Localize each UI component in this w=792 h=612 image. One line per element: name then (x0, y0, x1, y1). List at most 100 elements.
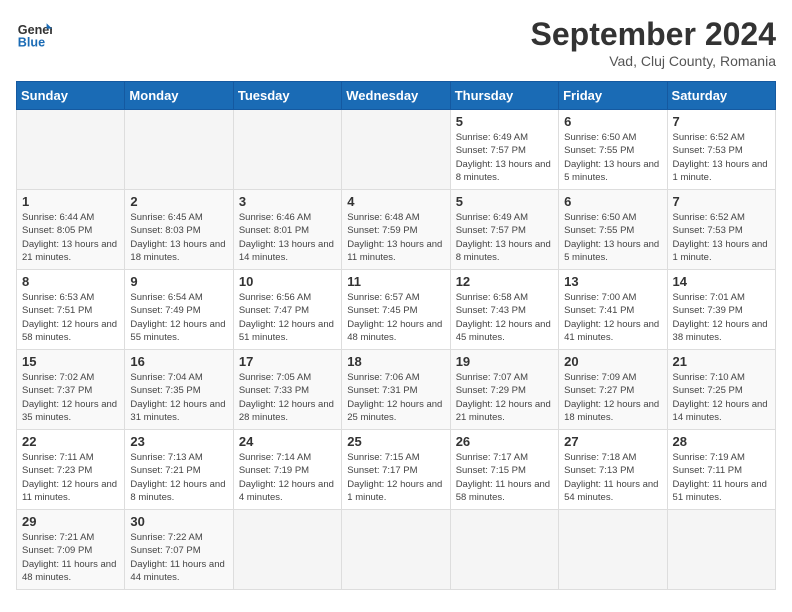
calendar-day: 20 Sunrise: 7:09 AMSunset: 7:27 PMDayligh… (559, 350, 667, 430)
calendar-day: 8 Sunrise: 6:53 AMSunset: 7:51 PMDaylight… (17, 270, 125, 350)
calendar-table: SundayMondayTuesdayWednesdayThursdayFrid… (16, 81, 776, 590)
calendar-day (342, 510, 450, 590)
day-info: Sunrise: 6:50 AMSunset: 7:55 PMDaylight:… (564, 131, 661, 184)
calendar-day: 28Sunrise: 7:19 AMSunset: 7:11 PMDayligh… (667, 430, 775, 510)
calendar-day: 6Sunrise: 6:50 AMSunset: 7:55 PMDaylight… (559, 190, 667, 270)
day-number: 9 (130, 274, 227, 289)
calendar-day: 21 Sunrise: 7:10 AMSunset: 7:25 PMDayligh… (667, 350, 775, 430)
calendar-day: 15 Sunrise: 7:02 AMSunset: 7:37 PMDayligh… (17, 350, 125, 430)
day-number: 19 (456, 354, 553, 369)
calendar-day: 12Sunrise: 6:58 AMSunset: 7:43 PMDayligh… (450, 270, 558, 350)
calendar-week-row: 8 Sunrise: 6:53 AMSunset: 7:51 PMDaylight… (17, 270, 776, 350)
day-info: Sunrise: 6:52 AMSunset: 7:53 PMDaylight:… (673, 131, 770, 184)
calendar-day (17, 110, 125, 190)
calendar-day: 25 Sunrise: 7:15 AMSunset: 7:17 PMDayligh… (342, 430, 450, 510)
day-number: 27 (564, 434, 661, 449)
calendar-day: 26 Sunrise: 7:17 AMSunset: 7:15 PMDayligh… (450, 430, 558, 510)
day-number: 5 (456, 194, 553, 209)
weekday-header: Friday (559, 82, 667, 110)
day-number: 7 (673, 114, 770, 129)
calendar-day: 2 Sunrise: 6:45 AMSunset: 8:03 PMDaylight… (125, 190, 233, 270)
day-number: 18 (347, 354, 444, 369)
day-info: Sunrise: 6:49 AMSunset: 7:57 PMDaylight:… (456, 131, 553, 184)
calendar-day: 11 Sunrise: 6:57 AMSunset: 7:45 PMDayligh… (342, 270, 450, 350)
day-info: Sunrise: 7:10 AMSunset: 7:25 PMDaylight:… (673, 371, 770, 424)
day-info: Sunrise: 6:56 AMSunset: 7:47 PMDaylight:… (239, 291, 336, 344)
day-info: Sunrise: 7:07 AMSunset: 7:29 PMDaylight:… (456, 371, 553, 424)
calendar-day: 10 Sunrise: 6:56 AMSunset: 7:47 PMDayligh… (233, 270, 341, 350)
calendar-day (450, 510, 558, 590)
day-number: 16 (130, 354, 227, 369)
day-info: Sunrise: 7:02 AMSunset: 7:37 PMDaylight:… (22, 371, 119, 424)
weekday-header: Saturday (667, 82, 775, 110)
day-info: Sunrise: 7:21 AMSunset: 7:09 PMDaylight:… (22, 531, 119, 584)
day-number: 1 (22, 194, 119, 209)
day-number: 29 (22, 514, 119, 529)
day-info: Sunrise: 7:01 AMSunset: 7:39 PMDaylight:… (673, 291, 770, 344)
day-number: 30 (130, 514, 227, 529)
calendar-day: 22Sunrise: 7:11 AMSunset: 7:23 PMDayligh… (17, 430, 125, 510)
day-number: 8 (22, 274, 119, 289)
calendar-day: 17Sunrise: 7:05 AMSunset: 7:33 PMDayligh… (233, 350, 341, 430)
calendar-day: 16 Sunrise: 7:04 AMSunset: 7:35 PMDayligh… (125, 350, 233, 430)
weekday-header: Sunday (17, 82, 125, 110)
day-info: Sunrise: 6:53 AMSunset: 7:51 PMDaylight:… (22, 291, 119, 344)
day-info: Sunrise: 7:14 AMSunset: 7:19 PMDaylight:… (239, 451, 336, 504)
weekday-header: Tuesday (233, 82, 341, 110)
calendar-day: 1 Sunrise: 6:44 AMSunset: 8:05 PMDaylight… (17, 190, 125, 270)
day-number: 26 (456, 434, 553, 449)
day-number: 17 (239, 354, 336, 369)
day-info: Sunrise: 6:44 AMSunset: 8:05 PMDaylight:… (22, 211, 119, 264)
calendar-day: 5 Sunrise: 6:49 AMSunset: 7:57 PMDaylight… (450, 110, 558, 190)
month-title: September 2024 (531, 16, 776, 53)
day-info: Sunrise: 7:15 AMSunset: 7:17 PMDaylight:… (347, 451, 444, 504)
day-number: 22 (22, 434, 119, 449)
calendar-day: 5 Sunrise: 6:49 AMSunset: 7:57 PMDaylight… (450, 190, 558, 270)
day-info: Sunrise: 7:04 AMSunset: 7:35 PMDaylight:… (130, 371, 227, 424)
day-info: Sunrise: 7:06 AMSunset: 7:31 PMDaylight:… (347, 371, 444, 424)
calendar-week-row: 5 Sunrise: 6:49 AMSunset: 7:57 PMDaylight… (17, 110, 776, 190)
day-number: 3 (239, 194, 336, 209)
calendar-day (125, 110, 233, 190)
weekday-header: Wednesday (342, 82, 450, 110)
day-number: 14 (673, 274, 770, 289)
calendar-day (559, 510, 667, 590)
day-number: 15 (22, 354, 119, 369)
day-info: Sunrise: 6:45 AMSunset: 8:03 PMDaylight:… (130, 211, 227, 264)
day-info: Sunrise: 6:57 AMSunset: 7:45 PMDaylight:… (347, 291, 444, 344)
day-info: Sunrise: 6:49 AMSunset: 7:57 PMDaylight:… (456, 211, 553, 264)
day-info: Sunrise: 7:18 AMSunset: 7:13 PMDaylight:… (564, 451, 661, 504)
calendar-week-row: 29 Sunrise: 7:21 AMSunset: 7:09 PMDayligh… (17, 510, 776, 590)
calendar-day: 7 Sunrise: 6:52 AMSunset: 7:53 PMDaylight… (667, 110, 775, 190)
day-number: 23 (130, 434, 227, 449)
day-number: 10 (239, 274, 336, 289)
day-number: 21 (673, 354, 770, 369)
day-number: 24 (239, 434, 336, 449)
day-info: Sunrise: 7:17 AMSunset: 7:15 PMDaylight:… (456, 451, 553, 504)
day-info: Sunrise: 6:46 AMSunset: 8:01 PMDaylight:… (239, 211, 336, 264)
calendar-day: 24 Sunrise: 7:14 AMSunset: 7:19 PMDayligh… (233, 430, 341, 510)
day-info: Sunrise: 6:52 AMSunset: 7:53 PMDaylight:… (673, 211, 770, 264)
day-number: 6 (564, 114, 661, 129)
weekday-header-row: SundayMondayTuesdayWednesdayThursdayFrid… (17, 82, 776, 110)
day-info: Sunrise: 7:09 AMSunset: 7:27 PMDaylight:… (564, 371, 661, 424)
logo-icon: General Blue (16, 16, 52, 52)
day-number: 2 (130, 194, 227, 209)
calendar-day: 4Sunrise: 6:48 AMSunset: 7:59 PMDaylight… (342, 190, 450, 270)
day-number: 4 (347, 194, 444, 209)
calendar-day: 3 Sunrise: 6:46 AMSunset: 8:01 PMDaylight… (233, 190, 341, 270)
day-info: Sunrise: 6:54 AMSunset: 7:49 PMDaylight:… (130, 291, 227, 344)
day-number: 20 (564, 354, 661, 369)
day-number: 5 (456, 114, 553, 129)
day-info: Sunrise: 7:22 AMSunset: 7:07 PMDaylight:… (130, 531, 227, 584)
day-number: 13 (564, 274, 661, 289)
calendar-week-row: 15 Sunrise: 7:02 AMSunset: 7:37 PMDayligh… (17, 350, 776, 430)
day-info: Sunrise: 6:58 AMSunset: 7:43 PMDaylight:… (456, 291, 553, 344)
day-info: Sunrise: 7:19 AMSunset: 7:11 PMDaylight:… (673, 451, 770, 504)
day-number: 11 (347, 274, 444, 289)
calendar-day: 29 Sunrise: 7:21 AMSunset: 7:09 PMDayligh… (17, 510, 125, 590)
day-info: Sunrise: 7:13 AMSunset: 7:21 PMDaylight:… (130, 451, 227, 504)
day-info: Sunrise: 6:50 AMSunset: 7:55 PMDaylight:… (564, 211, 661, 264)
calendar-week-row: 22Sunrise: 7:11 AMSunset: 7:23 PMDayligh… (17, 430, 776, 510)
day-number: 25 (347, 434, 444, 449)
